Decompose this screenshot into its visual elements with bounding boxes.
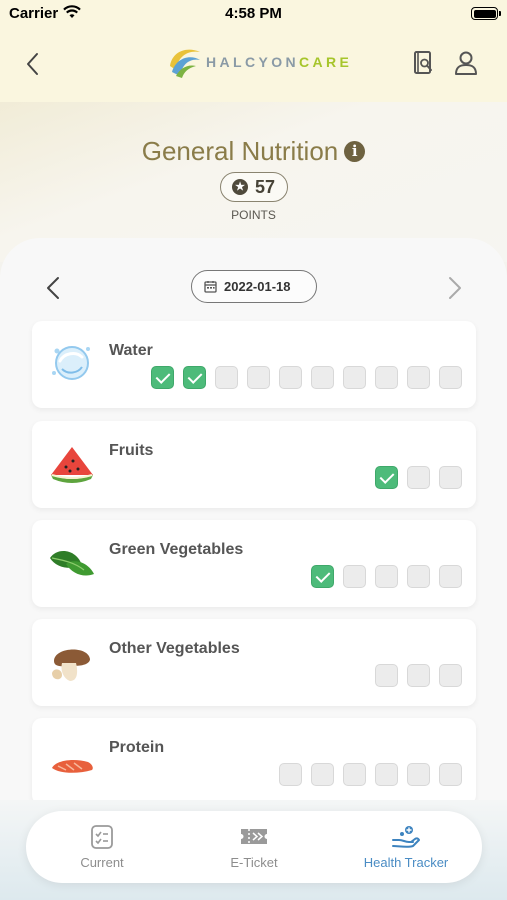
serving-checkbox[interactable]: [343, 763, 366, 786]
serving-checkbox[interactable]: [215, 366, 238, 389]
clock: 4:58 PM: [225, 5, 282, 22]
serving-checkbox[interactable]: [279, 763, 302, 786]
water-drop-icon: [52, 346, 90, 380]
battery-icon: [471, 7, 501, 20]
tab-bar: Current E-Ticket Health Tracker: [26, 811, 482, 883]
points-label: POINTS: [231, 208, 276, 222]
serving-checkbox[interactable]: [439, 664, 462, 687]
serving-checkbox[interactable]: [311, 763, 334, 786]
serving-checkbox[interactable]: [439, 565, 462, 588]
tab-label: Current: [80, 855, 124, 870]
serving-checkbox[interactable]: [247, 366, 270, 389]
item-label: Protein: [109, 739, 165, 756]
item-card-protein: Protein: [32, 718, 476, 805]
serving-checklist: [375, 664, 462, 687]
mushroom-icon: [52, 649, 90, 681]
serving-checklist: [279, 763, 462, 786]
serving-checkbox[interactable]: [439, 366, 462, 389]
points-badge: ★ 57: [220, 172, 288, 202]
tab-label: E-Ticket: [230, 855, 278, 870]
item-label: Other Vegetables: [109, 640, 240, 657]
back-chevron-icon[interactable]: [22, 50, 44, 83]
serving-checklist: [375, 466, 462, 489]
health-hand-icon: [330, 824, 482, 855]
serving-checkbox-checked[interactable]: [375, 466, 398, 489]
serving-checkbox[interactable]: [375, 565, 398, 588]
item-card-green-vegetables: Green Vegetables: [32, 520, 476, 607]
info-icon[interactable]: i: [344, 140, 366, 162]
serving-checklist: [151, 366, 462, 389]
page-title: General Nutrition i: [0, 134, 507, 167]
item-label: Fruits: [109, 442, 154, 459]
green-leaf-icon: [50, 551, 94, 576]
star-icon: ★: [232, 179, 248, 195]
logo-text-a: HALCYON: [206, 54, 300, 70]
item-card-other-vegetables: Other Vegetables: [32, 619, 476, 706]
halcyoncare-logo: HALCYONCARE: [166, 42, 349, 82]
serving-checkbox[interactable]: [407, 763, 430, 786]
user-icon[interactable]: [454, 50, 478, 81]
serving-checkbox[interactable]: [439, 763, 462, 786]
serving-checkbox[interactable]: [343, 565, 366, 588]
serving-checkbox[interactable]: [439, 466, 462, 489]
logo-text: HALCYONCARE: [206, 54, 352, 70]
tab-e-ticket[interactable]: E-Ticket: [178, 811, 330, 883]
item-label: Water: [109, 342, 153, 359]
serving-checkbox[interactable]: [343, 366, 366, 389]
date-text: 2022-01-18: [224, 279, 291, 294]
serving-checkbox-checked[interactable]: [311, 565, 334, 588]
tab-label: Health Tracker: [363, 855, 449, 870]
serving-checkbox[interactable]: [407, 466, 430, 489]
tab-current[interactable]: Current: [26, 811, 178, 883]
date-selector[interactable]: 2022-01-18: [191, 270, 317, 303]
logo-mark-icon: [170, 49, 200, 78]
serving-checkbox-checked[interactable]: [183, 366, 206, 389]
app-header: HALCYONCARE: [0, 26, 507, 102]
serving-checkbox[interactable]: [375, 366, 398, 389]
serving-checkbox[interactable]: [375, 664, 398, 687]
serving-checkbox-checked[interactable]: [151, 366, 174, 389]
tab-health-tracker[interactable]: Health Tracker: [330, 811, 482, 883]
serving-checkbox[interactable]: [375, 763, 398, 786]
serving-checkbox[interactable]: [311, 366, 334, 389]
item-label: Green Vegetables: [109, 541, 244, 558]
page-title-text: General Nutrition: [141, 135, 339, 166]
serving-checkbox[interactable]: [407, 366, 430, 389]
checklist-icon: [26, 824, 178, 855]
next-day-chevron-icon[interactable]: [446, 275, 464, 306]
watermelon-icon: [51, 447, 93, 483]
book-search-icon[interactable]: [412, 50, 434, 81]
logo-text-b: CARE: [299, 54, 353, 70]
item-card-water: Water: [32, 321, 476, 408]
salmon-icon: [52, 760, 93, 773]
previous-day-chevron-icon[interactable]: [44, 275, 62, 306]
item-card-fruits: Fruits: [32, 421, 476, 508]
serving-checkbox[interactable]: [279, 366, 302, 389]
serving-checkbox[interactable]: [407, 664, 430, 687]
points-value: 57: [255, 177, 276, 197]
calendar-icon: [204, 280, 217, 298]
ticket-icon: [178, 824, 330, 853]
status-bar: Carrier 4:58 PM: [0, 0, 507, 26]
serving-checkbox[interactable]: [407, 565, 430, 588]
serving-checklist: [311, 565, 462, 588]
